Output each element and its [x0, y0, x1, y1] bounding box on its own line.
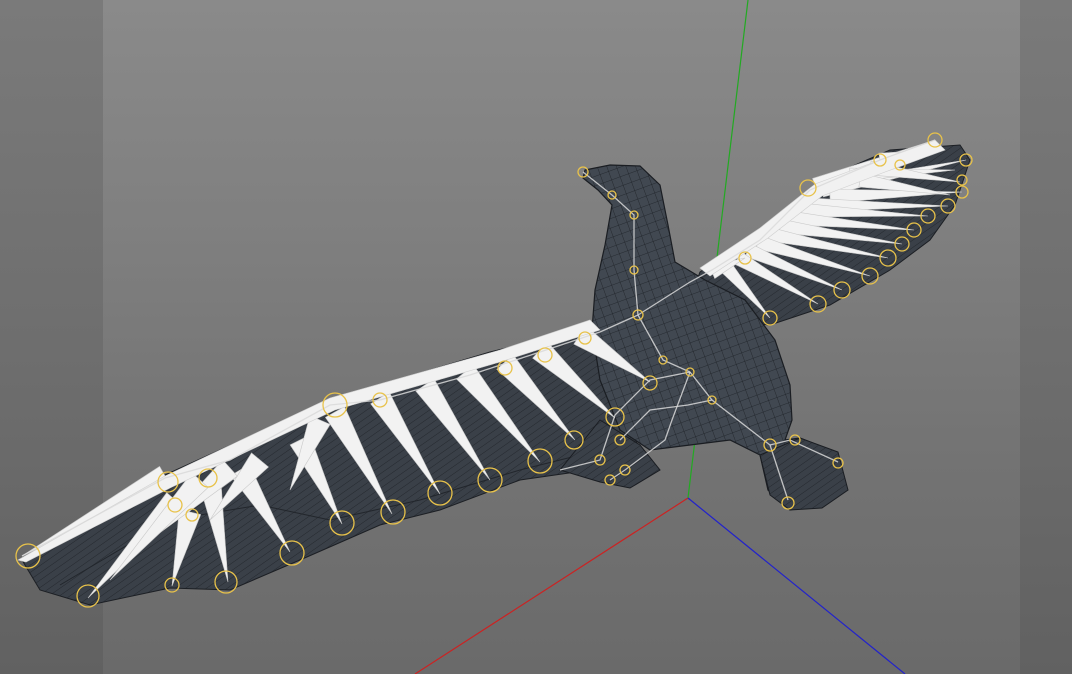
x-axis-line [414, 497, 689, 674]
3d-viewport[interactable] [0, 0, 1072, 674]
scene-canvas[interactable] [0, 0, 1072, 674]
z-axis-line [687, 497, 906, 674]
